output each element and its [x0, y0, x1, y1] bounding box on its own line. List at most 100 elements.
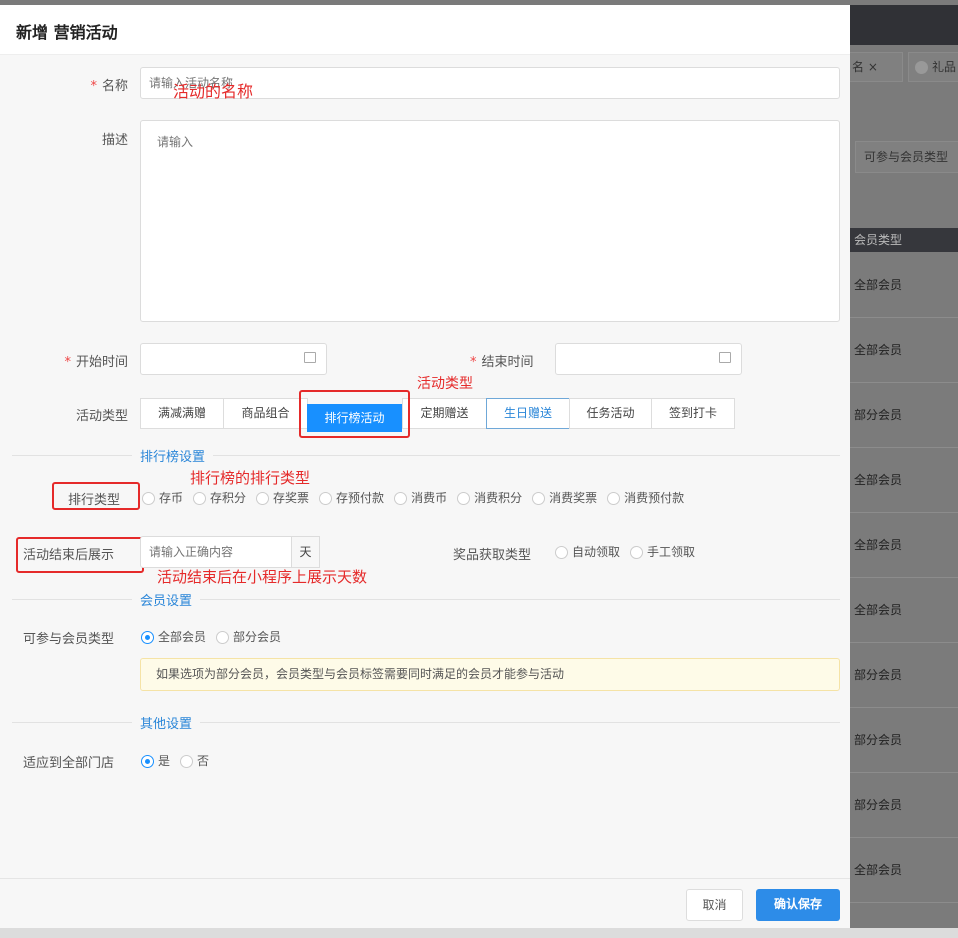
radio-icon[interactable]	[216, 631, 230, 644]
annotation-rank: 排行榜的排行类型	[190, 469, 311, 487]
radio-option[interactable]: 自动领取	[555, 545, 620, 559]
radio-label: 部分会员	[233, 630, 282, 644]
radio-option[interactable]: 消费币	[394, 491, 447, 505]
type-option-6[interactable]: 任务活动	[569, 398, 652, 429]
radio-label: 手工领取	[647, 545, 696, 559]
background-table-row: 全部会员	[850, 318, 958, 383]
radio-option[interactable]: 消费预付款	[607, 491, 684, 505]
radio-icon[interactable]	[180, 755, 194, 768]
background-table-row: 全部会员	[850, 448, 958, 513]
radio-label: 存币	[159, 491, 184, 505]
start-label: * 开始时间	[64, 355, 128, 370]
type-option-4[interactable]: 定期赠送	[402, 398, 487, 429]
type-label: 活动类型	[75, 409, 128, 424]
radio-icon[interactable]	[394, 492, 408, 505]
radio-label: 是	[158, 754, 171, 768]
desc-label: 描述	[101, 133, 128, 148]
radio-icon[interactable]	[193, 492, 207, 505]
modal-header: 新增 营销活动	[0, 5, 850, 55]
type-option-2[interactable]: 商品组合	[223, 398, 308, 429]
start-date-picker[interactable]	[140, 343, 327, 375]
radio-option[interactable]: 存积分	[193, 491, 246, 505]
background-table-header: 会员类型	[850, 228, 958, 252]
member-tip: 如果选项为部分会员，会员类型与会员标签需要同时满足的会员才能参与活动	[140, 658, 840, 691]
rank-type-radio-group: 存币 存积分 存奖票 存预付款 消费币 消费积分 消费奖票 消费预付款	[142, 489, 694, 506]
radio-label: 自动领取	[572, 545, 621, 559]
radio-option[interactable]: 消费积分	[457, 491, 522, 505]
annotation-name: 活动的名称	[173, 82, 254, 101]
prize-label: 奖品获取类型	[453, 548, 532, 563]
radio-icon[interactable]	[141, 631, 154, 644]
display-label: 活动结束后展示	[23, 548, 115, 563]
display-days-input[interactable]	[140, 536, 292, 568]
store-label: 适应到全部门店	[23, 756, 115, 771]
radio-label: 消费币	[411, 491, 448, 505]
rank-section-title: 排行榜设置	[132, 446, 214, 465]
prize-radio-group: 自动领取 手工领取	[555, 543, 705, 560]
type-option-5[interactable]: 生日赠送	[486, 398, 570, 429]
annotation-type: 活动类型	[417, 376, 473, 392]
desc-textarea[interactable]	[140, 120, 840, 322]
radio-option[interactable]: 存预付款	[319, 491, 384, 505]
radio-label: 消费预付款	[624, 491, 685, 505]
annotation-box	[299, 390, 410, 438]
radio-option[interactable]: 手工领取	[630, 545, 695, 559]
background-table-row: 全部会员	[850, 513, 958, 578]
radio-option[interactable]: 全部会员	[141, 630, 206, 644]
add-campaign-modal: 新增 营销活动 *名称 活动的名称 描述 *开始时间 *结束时间 活动类型 活动…	[0, 5, 850, 928]
background-table-row: 部分会员	[850, 773, 958, 838]
save-button[interactable]: 确认保存	[756, 889, 840, 921]
modal-title: 新增 营销活动	[16, 23, 118, 42]
radio-icon[interactable]	[607, 492, 621, 505]
radio-icon[interactable]	[457, 492, 471, 505]
radio-label: 消费积分	[474, 491, 523, 505]
member-section-title: 会员设置	[132, 590, 201, 609]
radio-icon[interactable]	[141, 755, 154, 768]
background-table-row: 部分会员	[850, 383, 958, 448]
rank-type-label: 排行类型	[68, 493, 121, 508]
other-section-title: 其他设置	[132, 713, 201, 732]
footer-divider	[0, 878, 850, 879]
radio-label: 全部会员	[158, 630, 207, 644]
radio-label: 存积分	[210, 491, 247, 505]
radio-icon[interactable]	[319, 492, 333, 505]
radio-option[interactable]: 部分会员	[216, 630, 281, 644]
background-filter: 可参与会员类型	[855, 141, 958, 173]
store-radio-group: 是否	[141, 752, 219, 769]
radio-icon[interactable]	[555, 546, 568, 559]
background-topbar	[850, 5, 958, 45]
cancel-button[interactable]: 取消	[686, 889, 743, 921]
background-tab: 礼品	[908, 52, 958, 82]
bottom-strip	[0, 928, 958, 938]
radio-option[interactable]: 消费奖票	[532, 491, 597, 505]
background-table-row: 全部会员	[850, 253, 958, 318]
radio-icon[interactable]	[142, 492, 155, 505]
background-table-row: 部分会员	[850, 708, 958, 773]
type-option-7[interactable]: 签到打卡	[651, 398, 735, 429]
background-table-row: 全部会员	[850, 838, 958, 903]
days-unit: 天	[291, 536, 320, 568]
background-table-row: 全部会员	[850, 578, 958, 643]
dot-icon	[915, 61, 928, 74]
calendar-icon	[719, 352, 731, 363]
background-tab: 名 ×	[845, 52, 903, 82]
radio-icon[interactable]	[532, 492, 546, 505]
radio-label: 存预付款	[336, 491, 385, 505]
radio-option[interactable]: 是	[141, 754, 170, 768]
radio-label: 存奖票	[273, 491, 310, 505]
name-label: * 名称	[90, 79, 128, 94]
radio-option[interactable]: 存币	[142, 491, 183, 505]
radio-label: 否	[197, 754, 210, 768]
end-date-picker[interactable]	[555, 343, 742, 375]
type-option-1[interactable]: 满减满赠	[140, 398, 224, 429]
member-label: 可参与会员类型	[23, 632, 115, 647]
radio-icon[interactable]	[256, 492, 270, 505]
background-table-row: 部分会员	[850, 643, 958, 708]
calendar-icon	[304, 352, 316, 363]
member-radio-group: 全部会员 部分会员	[141, 628, 291, 645]
radio-icon[interactable]	[630, 546, 644, 559]
radio-label: 消费奖票	[549, 491, 598, 505]
radio-option[interactable]: 存奖票	[256, 491, 309, 505]
radio-option[interactable]: 否	[180, 754, 209, 768]
annotation-display: 活动结束后在小程序上展示天数	[157, 568, 368, 586]
